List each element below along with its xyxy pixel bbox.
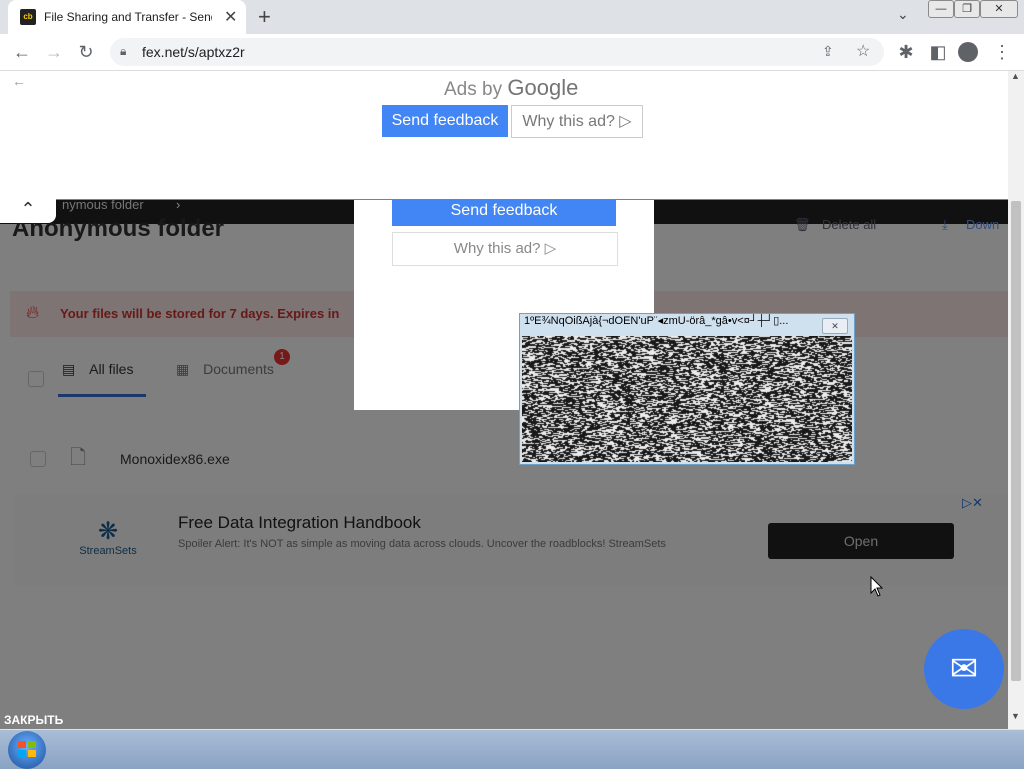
lock-icon[interactable]: 🔒︎ <box>120 44 126 59</box>
tab-close-icon[interactable]: ✕ <box>224 7 237 27</box>
why-this-ad-button[interactable]: Why this ad? ▷ <box>511 105 643 138</box>
promo-ad[interactable]: ❋ StreamSets Free Data Integration Handb… <box>14 495 1008 585</box>
mail-fab-button[interactable]: ✉ <box>924 629 1004 709</box>
select-all-checkbox[interactable] <box>28 371 44 387</box>
web-page: nymous folder › Anonymous folder 🗑︎ Dele… <box>0 71 1008 729</box>
maximize-button[interactable]: ❐ <box>954 0 980 18</box>
why-this-ad-button-2[interactable]: Why this ad? ▷ <box>392 232 618 266</box>
close-ad-label[interactable]: ЗАКРЫТЬ <box>4 713 63 727</box>
streamsets-logo-icon: ❋ <box>97 518 119 545</box>
scroll-up-arrow-icon[interactable]: ▲ <box>1011 71 1020 81</box>
extensions-puzzle-icon[interactable]: ✱ <box>896 42 916 63</box>
adchoices-icon[interactable]: ▷✕ <box>962 495 983 511</box>
browser-tab[interactable]: cb File Sharing and Transfer - Send ✕ <box>8 0 246 34</box>
envelope-icon: ✉ <box>949 650 979 688</box>
new-tab-button[interactable]: + <box>258 4 271 30</box>
minimize-button[interactable]: — <box>928 0 954 18</box>
download-button[interactable]: Down <box>966 217 999 232</box>
expiry-text: Your files will be stored for 7 days. Ex… <box>60 306 340 321</box>
noise-window[interactable]: 1ºE¾NqOißAjà{¬dOEN'uP¨◂zmU-örâ_*gâ•v<¤┘┼… <box>519 313 855 465</box>
side-panel-icon[interactable]: ◧ <box>928 42 948 63</box>
download-arrow-icon[interactable]: ⤓ <box>942 217 948 233</box>
address-bar[interactable]: 🔒︎ fex.net/s/aptxz2r ⇪ ☆ <box>110 38 884 66</box>
document-icon: ▤ <box>62 361 76 377</box>
send-feedback-button[interactable]: Send feedback <box>382 105 508 137</box>
tab-all-files[interactable]: ▤ All files <box>62 361 133 378</box>
ads-by-google: Ads by Google <box>444 75 578 101</box>
breadcrumb[interactable]: nymous folder <box>62 197 144 212</box>
ads-by-label: Ads by <box>444 79 503 100</box>
scrollbar-thumb[interactable] <box>1011 201 1021 681</box>
fex-favicon-icon: cb <box>20 9 36 25</box>
ad-back-arrow-icon[interactable]: ← <box>12 73 26 89</box>
promo-title[interactable]: Free Data Integration Handbook <box>178 513 421 533</box>
file-row[interactable]: 🗋︎ Monoxidex86.exe <box>14 425 1008 485</box>
promo-open-button[interactable]: Open <box>768 523 954 559</box>
reload-icon[interactable]: ↻ <box>76 42 96 63</box>
top-ad-banner: ← Ads by Google Send feedback Why this a… <box>0 71 1008 199</box>
window-close-button[interactable]: ✕ <box>980 0 1018 18</box>
bookmark-star-icon[interactable]: ☆ <box>856 41 870 61</box>
google-wordmark: Google <box>507 75 579 100</box>
documents-count-badge: 1 <box>274 349 290 365</box>
file-checkbox[interactable] <box>30 451 46 467</box>
static-noise-canvas <box>522 336 852 462</box>
tab-all-files-label: All files <box>89 361 134 377</box>
tab-search-chevron-icon[interactable]: ⌄ <box>897 6 909 23</box>
file-icon: 🗋︎ <box>70 447 87 469</box>
profile-avatar-icon[interactable] <box>958 42 978 62</box>
fire-icon: 🔥︎ <box>26 302 40 322</box>
start-button[interactable] <box>8 731 46 769</box>
streamsets-logo-text: StreamSets <box>79 545 137 557</box>
tab-documents[interactable]: ▦ Documents <box>176 361 274 378</box>
page-scrollbar[interactable]: ▲ ▼ <box>1008 71 1024 729</box>
collapse-ad-chevron-icon[interactable]: ⌃ <box>0 195 56 223</box>
browser-toolbar: ← → ↻ 🔒︎ fex.net/s/aptxz2r ⇪ ☆ ✱ ◧ ⋮ <box>0 34 1024 71</box>
noise-window-title: 1ºE¾NqOißAjà{¬dOEN'uP¨◂zmU-örâ_*gâ•v<¤┘┼… <box>524 315 789 327</box>
url-text[interactable]: fex.net/s/aptxz2r <box>142 44 245 60</box>
delete-all-button[interactable]: Delete all <box>822 217 876 232</box>
windows-taskbar <box>0 729 1024 769</box>
streamsets-logo: ❋ StreamSets <box>72 518 144 558</box>
promo-description: Spoiler Alert: It's NOT as simple as mov… <box>178 538 666 550</box>
share-icon[interactable]: ⇪ <box>822 43 834 60</box>
tab-strip: cb File Sharing and Transfer - Send ✕ + … <box>0 0 1024 34</box>
mouse-cursor-icon <box>870 576 884 597</box>
trash-icon[interactable]: 🗑︎ <box>794 217 811 233</box>
back-arrow-icon[interactable]: ← <box>12 42 32 63</box>
send-feedback-button-2[interactable]: Send feedback <box>392 200 616 226</box>
tab-documents-label: Documents <box>203 361 274 377</box>
active-tab-indicator <box>58 394 146 397</box>
forward-arrow-icon[interactable]: → <box>44 42 64 63</box>
documents-icon: ▦ <box>176 361 190 377</box>
breadcrumb-chevron-icon: › <box>176 197 181 212</box>
file-name[interactable]: Monoxidex86.exe <box>120 451 230 467</box>
tab-title: File Sharing and Transfer - Send <box>44 10 212 24</box>
windows-logo-icon <box>18 741 36 757</box>
noise-window-close-button[interactable]: ✕ <box>822 318 848 334</box>
menu-kebab-icon[interactable]: ⋮ <box>992 42 1012 63</box>
scroll-down-arrow-icon[interactable]: ▼ <box>1011 711 1020 721</box>
